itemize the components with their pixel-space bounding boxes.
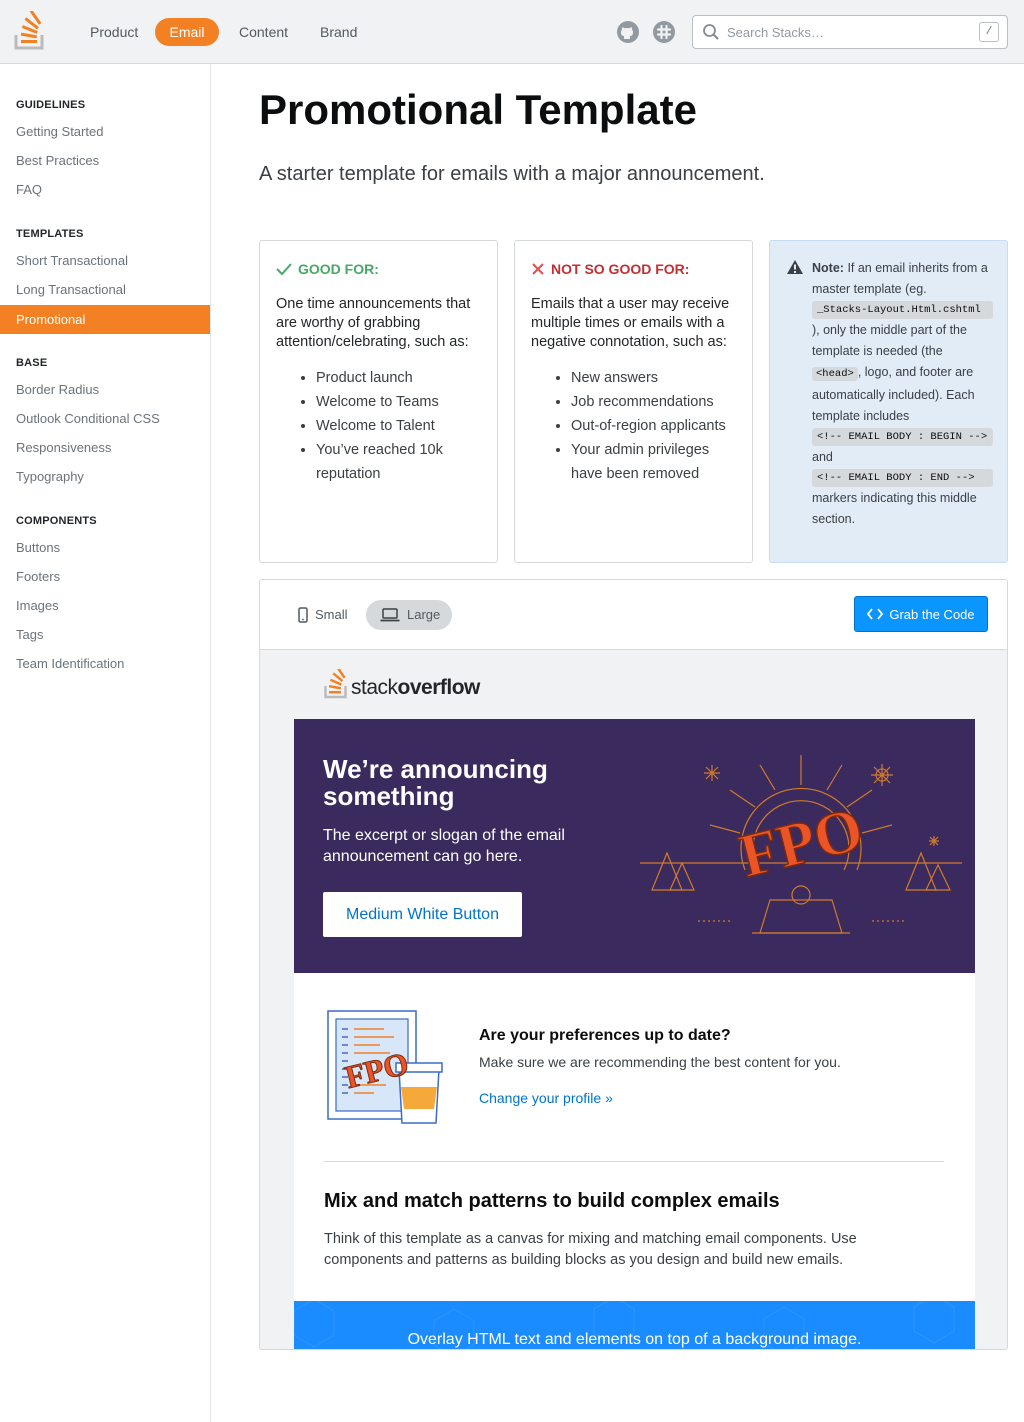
hero-title: We’re announcing something (323, 754, 548, 811)
wordmark-bold: overflow (397, 676, 481, 699)
sidebar-item-border-radius[interactable]: Border Radius (0, 375, 210, 404)
search-shortcut-key: / (979, 22, 999, 42)
not-good-for-card: NOT SO GOOD FOR: Emails that a user may … (514, 240, 753, 563)
not-good-for-text: Emails that a user may receive multiple … (531, 296, 730, 350)
preview-toolbar: Small Large Grab the Code (260, 580, 1007, 650)
sidebar-item-short-transactional[interactable]: Short Transactional (0, 246, 210, 275)
change-profile-link[interactable]: Change your profile » (479, 1090, 613, 1106)
toggle-small-label: Small (315, 607, 348, 622)
close-icon (532, 263, 544, 275)
email-body: FPO Are your preferences up to date? Mak… (294, 973, 975, 1301)
toggle-small[interactable]: Small (284, 600, 360, 630)
sidebar-item-images[interactable]: Images (0, 591, 210, 620)
note-code-head: <head> (812, 367, 858, 381)
sidebar-item-getting-started[interactable]: Getting Started (0, 117, 210, 146)
good-for-heading-label: GOOD FOR: (298, 261, 379, 277)
good-for-heading: GOOD FOR: (276, 261, 481, 277)
nav-brand[interactable]: Brand (308, 18, 369, 46)
note-code-body-end: <!-- EMAIL BODY : END --> (812, 469, 993, 487)
note-code-master-template: _Stacks-Layout.Html.cshtml (812, 301, 993, 319)
note-text: markers indicating this middle section. (812, 491, 977, 526)
list-item: Welcome to Talent (316, 414, 481, 438)
not-good-for-heading: NOT SO GOOD FOR: (531, 261, 736, 277)
warning-icon (787, 260, 803, 274)
good-for-list: Product launch Welcome to Teams Welcome … (276, 366, 481, 486)
search-input[interactable] (725, 22, 965, 42)
code-icon (867, 608, 884, 620)
list-item: New answers (571, 366, 736, 390)
wordmark-light: stack (351, 676, 398, 699)
sidebar-heading-base: BASE (16, 357, 48, 369)
sidebar-heading-guidelines: GUIDELINES (16, 99, 86, 111)
fpo-stamp: FPO (732, 794, 870, 891)
nav-email[interactable]: Email (155, 18, 219, 46)
page-title: Promotional Template (259, 86, 697, 133)
sidebar-item-long-transactional[interactable]: Long Transactional (0, 275, 210, 304)
hero-banner: We’re announcing something The excerpt o… (294, 719, 975, 973)
good-for-card: GOOD FOR: One time announcements that ar… (259, 240, 498, 563)
sidebar-item-best-practices[interactable]: Best Practices (0, 146, 210, 175)
check-icon (276, 263, 292, 276)
sidebar-item-buttons[interactable]: Buttons (0, 533, 210, 562)
overlay-section: Overlay HTML text and elements on top of… (294, 1301, 975, 1349)
sidebar-item-promotional[interactable]: Promotional (0, 305, 210, 334)
sidebar-item-tags[interactable]: Tags (0, 620, 210, 649)
stackoverflow-wordmark: stackoverflow (351, 677, 480, 699)
medium-white-button[interactable]: Medium White Button (323, 892, 522, 937)
sidebar: GUIDELINES Getting Started Best Practice… (0, 64, 211, 1422)
preferences-text: Make sure we are recommending the best c… (479, 1054, 841, 1070)
good-for-text: One time announcements that are worthy o… (276, 296, 471, 350)
sidebar-heading-templates: TEMPLATES (16, 228, 84, 240)
note-card: Note: If an email inherits from a master… (769, 240, 1008, 563)
mix-text: Think of this template as a canvas for m… (324, 1231, 857, 1268)
nav-content[interactable]: Content (227, 18, 300, 46)
list-item: You’ve reached 10k reputation (316, 438, 481, 486)
snow-globe-illustration: FPO (640, 755, 962, 934)
list-item: Out-of-region applicants (571, 414, 736, 438)
note-text: ), only the middle part of the template … (812, 323, 967, 358)
note-text: and (812, 450, 833, 464)
search-box[interactable]: / (692, 15, 1008, 49)
sidebar-item-footers[interactable]: Footers (0, 562, 210, 591)
divider (324, 1161, 944, 1162)
nav-product[interactable]: Product (78, 18, 150, 46)
grab-code-label: Grab the Code (889, 606, 975, 622)
note-code-body-begin: <!-- EMAIL BODY : BEGIN --> (812, 428, 993, 446)
sidebar-item-typography[interactable]: Typography (0, 462, 210, 491)
list-item: Welcome to Teams (316, 390, 481, 414)
sidebar-item-team-identification[interactable]: Team Identification (0, 649, 210, 678)
overlay-text: Overlay HTML text and elements on top of… (407, 1331, 862, 1348)
not-good-for-list: New answers Job recommendations Out-of-r… (531, 366, 736, 486)
not-good-for-heading-label: NOT SO GOOD FOR: (551, 261, 690, 277)
fpo-stamp-text: FPO (733, 795, 870, 891)
mix-title: Mix and match patterns to build complex … (324, 1190, 780, 1212)
profile-illustration: FPO (327, 1010, 443, 1124)
toggle-large-label: Large (407, 607, 441, 622)
slack-icon[interactable] (652, 20, 676, 44)
sidebar-heading-components: COMPONENTS (16, 515, 97, 527)
hero-text: The excerpt or slogan of the email annou… (323, 827, 565, 865)
laptop-icon (380, 608, 400, 622)
list-item: Job recommendations (571, 390, 736, 414)
sidebar-item-outlook-conditional-css[interactable]: Outlook Conditional CSS (0, 404, 210, 433)
search-icon (703, 24, 719, 40)
note-label: Note: (812, 261, 844, 275)
stackoverflow-logo: stackoverflow (324, 669, 480, 699)
page-description: A starter template for emails with a maj… (259, 163, 765, 185)
grab-code-button[interactable]: Grab the Code (854, 596, 988, 632)
list-item: Your admin privileges have been removed (571, 438, 736, 486)
stacks-logo-icon[interactable] (14, 11, 48, 51)
github-icon[interactable] (616, 20, 640, 44)
list-item: Product launch (316, 366, 481, 390)
sidebar-item-responsiveness[interactable]: Responsiveness (0, 433, 210, 462)
preferences-title: Are your preferences up to date? (479, 1027, 731, 1044)
toggle-large[interactable]: Large (366, 600, 453, 630)
phone-icon (298, 607, 308, 623)
email-preview-panel: Small Large Grab the Code stackoverflow (259, 579, 1008, 1350)
stackoverflow-logo-icon (324, 669, 347, 699)
top-navigation: Product Email Content Brand / (0, 0, 1024, 64)
sidebar-item-faq[interactable]: FAQ (0, 175, 210, 204)
